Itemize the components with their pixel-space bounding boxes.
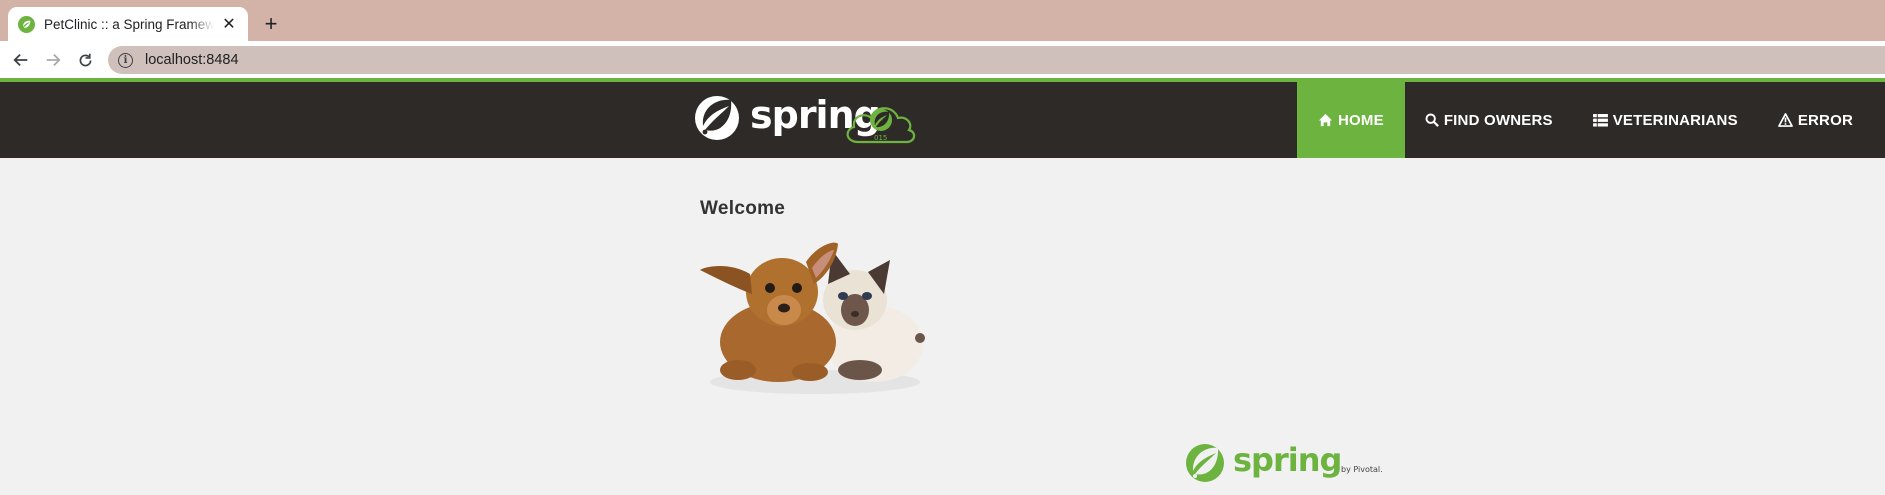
spring-by-pivotal-logo: spring by Pivotal. (1185, 440, 1385, 486)
nav-find-owners-label: FIND OWNERS (1443, 111, 1553, 129)
nav-error-label: ERROR (1797, 111, 1853, 129)
page-title: Welcome (700, 198, 786, 219)
url-text: localhost:8484 (145, 52, 239, 68)
forward-arrow-icon (46, 53, 61, 67)
reload-button[interactable] (72, 47, 98, 73)
nav-veterinarians-label: VETERINARIANS (1612, 111, 1738, 129)
new-tab-button[interactable]: + (258, 11, 284, 37)
browser-tab[interactable]: PetClinic :: a Spring Framework demonstr… (8, 7, 248, 41)
nav-home-label: HOME (1338, 111, 1384, 129)
warning-icon (1777, 113, 1793, 127)
browser-toolbar: i localhost:8484 (0, 41, 1885, 78)
footer-by-text: by Pivotal. (1341, 465, 1383, 474)
site-info-icon[interactable]: i (118, 52, 133, 68)
home-icon (1318, 113, 1333, 127)
list-icon (1592, 113, 1608, 127)
nav-find-owners[interactable]: FIND OWNERS (1405, 82, 1573, 158)
spring-favicon-icon (18, 15, 35, 33)
nav-home[interactable]: HOME (1297, 82, 1405, 158)
main-nav: HOME FIND OWNERS VETERINARIANS ERROR (1297, 82, 1873, 158)
forward-button[interactable] (40, 47, 66, 73)
search-icon (1425, 113, 1439, 127)
back-button[interactable] (8, 47, 34, 73)
tab-close-icon[interactable]: ✕ (220, 15, 238, 33)
spring-petclinic-logo[interactable]: spring 015 (693, 90, 923, 148)
footer-logo-text: spring (1233, 441, 1341, 479)
reload-icon (79, 53, 91, 66)
back-arrow-icon (13, 53, 28, 67)
browser-tab-bar: PetClinic :: a Spring Framework demonstr… (0, 0, 1885, 41)
pets-image (700, 232, 935, 400)
nav-veterinarians[interactable]: VETERINARIANS (1573, 82, 1758, 158)
tab-title: PetClinic :: a Spring Framework demonstr… (44, 16, 214, 32)
app-navbar: spring 015 HOME FIND OWNERS VETERINARIAN… (0, 82, 1885, 158)
nav-error[interactable]: ERROR (1758, 82, 1873, 158)
badge-text: 015 (874, 134, 887, 142)
address-bar[interactable]: i localhost:8484 (108, 46, 1885, 74)
